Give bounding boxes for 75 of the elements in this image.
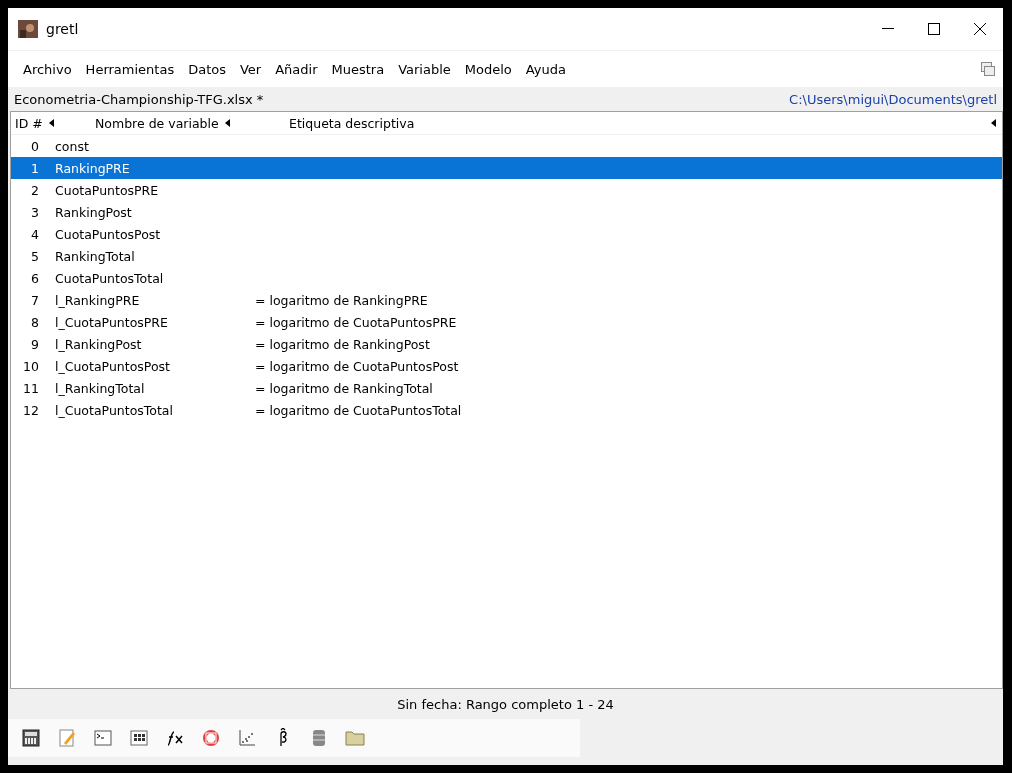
variable-row[interactable]: 5 RankingTotal: [11, 245, 1002, 267]
variable-name-cell-text: l_RankingTotal: [55, 380, 146, 396]
minimize-icon: [882, 28, 894, 30]
variable-name-cell-text: RankingPRE: [55, 160, 131, 176]
variable-row[interactable]: 0 const: [11, 135, 1002, 157]
variable-row[interactable]: 9 l_RankingPost = logaritmo de RankingPost: [11, 333, 1002, 355]
variable-name-cell-text: const: [55, 138, 90, 154]
menu-item[interactable]: Ver: [233, 61, 269, 77]
console-icon[interactable]: [92, 727, 114, 749]
id-cell-text: 10: [22, 358, 40, 374]
menu-item[interactable]: Herramientas: [78, 61, 182, 77]
variable-row[interactable]: 3 RankingPost: [11, 201, 1002, 223]
menu-item[interactable]: Archivo: [16, 61, 79, 77]
variable-row[interactable]: 6 CuotaPuntosTotal: [11, 267, 1002, 289]
scatter-plot-icon[interactable]: [236, 727, 258, 749]
variable-row[interactable]: 11 l_RankingTotal = logaritmo de RankingTotal: [11, 377, 1002, 399]
label-cell: = logaritmo de RankingPost: [255, 336, 430, 352]
label-cell: = logaritmo de CuotaPuntosTotal: [255, 402, 462, 418]
pencil-note-icon[interactable]: [56, 727, 78, 749]
calculator-icon[interactable]: [20, 727, 42, 749]
label-cell: = logaritmo de CuotaPuntosPost: [255, 358, 459, 374]
windows-icon[interactable]: [981, 62, 995, 76]
column-header[interactable]: ID #: [11, 115, 91, 131]
label-cell: = logaritmo de RankingTotal: [255, 380, 433, 396]
variable-row[interactable]: 7 l_RankingPRE = logaritmo de RankingPRE: [11, 289, 1002, 311]
lifebuoy-icon[interactable]: [200, 727, 222, 749]
window-title: gretl: [46, 21, 80, 37]
id-cell-text: 6: [30, 270, 40, 286]
variable-row[interactable]: 12 l_CuotaPuntosTotal = logaritmo de CuotaPuntosTotal: [11, 399, 1002, 421]
label-cell: = logaritmo de RankingPRE: [255, 292, 428, 308]
id-cell-text: 2: [30, 182, 40, 198]
maximize-icon: [928, 23, 940, 35]
variable-row[interactable]: 1 RankingPRE: [11, 157, 1002, 179]
id-cell-text: 0: [30, 138, 40, 154]
id-cell-text: 12: [22, 402, 40, 418]
sort-arrow-icon: [224, 119, 230, 127]
menu-item[interactable]: Añadir: [268, 61, 325, 77]
variable-name-cell-text: l_CuotaPuntosTotal: [55, 402, 174, 418]
variable-name-cell-text: RankingPost: [55, 204, 133, 220]
file-name: Econometria-Championship-TFG.xlsx *: [14, 91, 264, 107]
variable-row[interactable]: 10 l_CuotaPuntosPost = logaritmo de CuotaPuntosPost: [11, 355, 1002, 377]
variable-row[interactable]: 4 CuotaPuntosPost: [11, 223, 1002, 245]
id-cell-text: 5: [30, 248, 40, 264]
variable-name-cell-text: CuotaPuntosPost: [55, 226, 162, 242]
app-icon: [18, 20, 38, 38]
id-cell-text: 11: [22, 380, 40, 396]
variable-row[interactable]: 8 l_CuotaPuntosPRE = logaritmo de CuotaPuntosPRE: [11, 311, 1002, 333]
label-cell: = logaritmo de CuotaPuntosPRE: [255, 314, 457, 330]
sort-arrow-icon: [991, 119, 996, 127]
id-cell-text: 9: [30, 336, 40, 352]
column-header[interactable]: Etiqueta descriptiva: [285, 115, 1002, 131]
working-directory-path: C:\Users\migui\Documents\gretl: [789, 91, 997, 107]
id-cell-text: 7: [30, 292, 40, 308]
menu-item[interactable]: Modelo: [457, 61, 519, 77]
status-text: Sin fecha: Rango completo 1 - 24: [396, 695, 615, 714]
column-header[interactable]: Nombre de variable: [91, 115, 285, 131]
close-icon: [974, 23, 986, 35]
variable-row[interactable]: 2 CuotaPuntosPRE: [11, 179, 1002, 201]
menu-item[interactable]: Ayuda: [518, 61, 573, 77]
id-cell-text: 8: [30, 314, 40, 330]
id-cell-text: 4: [30, 226, 40, 242]
id-cell-text: 3: [30, 204, 40, 220]
id-cell-text: 1: [30, 160, 40, 176]
variable-name-cell-text: l_RankingPost: [55, 336, 143, 352]
variable-name-cell-text: CuotaPuntosPRE: [55, 182, 160, 198]
menu-item[interactable]: Datos: [181, 61, 233, 77]
menu-item[interactable]: Muestra: [324, 61, 392, 77]
variable-name-cell-text: l_CuotaPuntosPRE: [55, 314, 169, 330]
variable-name-cell-text: RankingTotal: [55, 248, 136, 264]
sort-arrow-icon: [48, 119, 54, 127]
variable-name-cell-text: l_RankingPRE: [55, 292, 141, 308]
variable-name-cell-text: l_CuotaPuntosPost: [55, 358, 171, 374]
grid-window-icon[interactable]: [128, 727, 150, 749]
variable-name-cell-text: CuotaPuntosTotal: [55, 270, 165, 286]
menu-item[interactable]: Variable: [391, 61, 458, 77]
